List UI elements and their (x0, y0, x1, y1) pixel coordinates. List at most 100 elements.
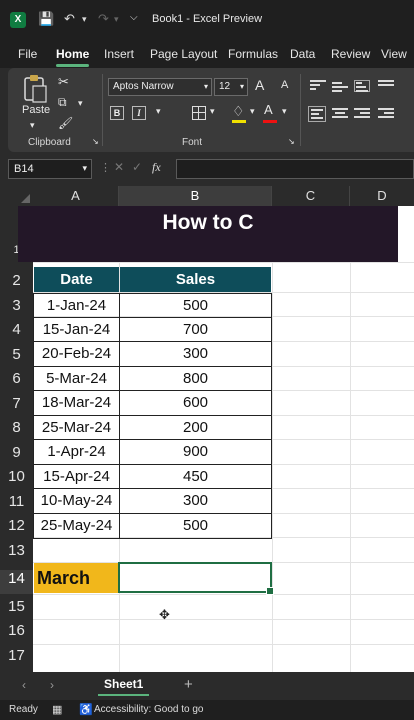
row-header-9[interactable]: 9 (0, 444, 33, 461)
tab-file[interactable]: File (18, 47, 37, 61)
bold-button[interactable]: B (110, 106, 124, 120)
row-header-7[interactable]: 7 (0, 395, 33, 412)
row-header-12[interactable]: 12 (0, 517, 33, 534)
format-dropdown-icon[interactable]: ▾ (156, 106, 161, 117)
name-box[interactable]: B14 ▾ (8, 159, 92, 179)
table-cell-date[interactable]: 18-Mar-24 (33, 390, 120, 416)
row-header-15[interactable]: 15 (0, 598, 33, 615)
row-header-2[interactable]: 2 (0, 272, 33, 289)
tab-insert[interactable]: Insert (104, 47, 134, 61)
table-cell-sales[interactable]: 700 (119, 317, 272, 342)
row-header-17[interactable]: 17 (0, 647, 33, 664)
shrink-font-icon[interactable]: A (281, 79, 288, 91)
enter-icon[interactable]: ✓ (132, 160, 142, 174)
month-label-cell[interactable]: March (34, 563, 119, 593)
table-cell-date[interactable]: 25-Mar-24 (33, 415, 120, 440)
cut-icon[interactable]: ✂ (58, 74, 69, 90)
orientation-icon[interactable] (378, 80, 394, 92)
table-header-sales[interactable]: Sales (120, 267, 271, 292)
fill-color-icon[interactable]: ♢ (232, 103, 245, 120)
table-cell-date[interactable]: 25-May-24 (33, 513, 120, 539)
table-cell-date[interactable]: 15-Jan-24 (33, 317, 120, 342)
row-header-11[interactable]: 11 (0, 493, 33, 510)
table-cell-sales[interactable]: 500 (119, 513, 272, 539)
redo-dropdown-icon[interactable]: ▾ (114, 14, 119, 25)
font-size-select[interactable]: 12 ▾ (214, 78, 248, 96)
column-header-d[interactable]: D (350, 186, 414, 206)
table-cell-sales[interactable]: 300 (119, 488, 272, 514)
paste-button[interactable]: Paste (22, 104, 50, 116)
row-header-4[interactable]: 4 (0, 321, 33, 338)
tab-data[interactable]: Data (290, 47, 315, 61)
paste-dropdown-icon[interactable]: ▾ (30, 120, 35, 131)
macro-recording-icon[interactable]: ▦ (52, 703, 62, 716)
borders-icon[interactable] (192, 106, 206, 120)
row-header-6[interactable]: 6 (0, 370, 33, 387)
column-header-c[interactable]: C (272, 186, 350, 206)
row-header-16[interactable]: 16 (0, 622, 33, 639)
bottom-align-icon[interactable] (354, 80, 370, 92)
table-cell-date[interactable]: 15-Apr-24 (33, 464, 120, 489)
table-cell-sales[interactable]: 500 (119, 293, 272, 318)
scroll-left-icon[interactable]: ‹ (22, 678, 26, 692)
format-painter-icon[interactable]: 🖌 (58, 116, 73, 130)
fill-color-dropdown-icon[interactable]: ▾ (250, 106, 255, 117)
add-sheet-icon[interactable]: + (184, 676, 193, 693)
redo-icon[interactable]: ↷ (98, 11, 109, 27)
table-header-date[interactable]: Date (34, 267, 119, 292)
title-banner[interactable]: How to C (18, 206, 398, 262)
table-cell-date[interactable]: 20-Feb-24 (33, 341, 120, 367)
undo-icon[interactable]: ↶ (64, 11, 75, 27)
table-cell-date[interactable]: 1-Jan-24 (33, 293, 120, 318)
table-cell-sales[interactable]: 450 (119, 464, 272, 489)
copy-icon[interactable]: ⧉ (58, 95, 67, 110)
scroll-right-icon[interactable]: › (50, 678, 54, 692)
italic-button[interactable]: I (132, 106, 146, 120)
borders-dropdown-icon[interactable]: ▾ (210, 106, 215, 117)
row-header-5[interactable]: 5 (0, 346, 33, 363)
row-header-14[interactable]: 14 (0, 570, 33, 594)
formula-input[interactable] (176, 159, 414, 179)
column-header-a[interactable]: A (33, 186, 119, 206)
middle-align-icon[interactable] (332, 82, 348, 94)
tab-review[interactable]: Review (331, 47, 370, 61)
table-cell-date[interactable]: 1-Apr-24 (33, 439, 120, 465)
customize-qat-icon[interactable]: ⌵ (130, 12, 138, 23)
align-right-icon[interactable] (354, 108, 370, 120)
column-header-b[interactable]: B (119, 186, 272, 206)
font-color-dropdown-icon[interactable]: ▾ (282, 106, 287, 117)
font-color-icon[interactable]: A (264, 102, 273, 117)
grow-font-icon[interactable]: A (255, 77, 264, 93)
clipboard-launcher-icon[interactable]: ↘ (92, 137, 99, 146)
row-header-10[interactable]: 10 (0, 468, 33, 485)
table-cell-date[interactable]: 5-Mar-24 (33, 366, 120, 391)
copy-dropdown-icon[interactable]: ▾ (78, 98, 83, 109)
active-cell-b14[interactable] (118, 562, 274, 595)
table-cell-sales[interactable]: 300 (119, 341, 272, 367)
accessibility-status[interactable]: Accessibility: Good to go (94, 704, 204, 715)
insert-function-button[interactable]: fx (152, 160, 161, 175)
tab-view[interactable]: View (381, 47, 407, 61)
top-align-icon[interactable] (310, 80, 326, 92)
sheet-tab-sheet1[interactable]: Sheet1 (98, 674, 150, 696)
tab-page-layout[interactable]: Page Layout (150, 47, 217, 61)
undo-dropdown-icon[interactable]: ▾ (82, 14, 87, 25)
font-launcher-icon[interactable]: ↘ (288, 137, 295, 146)
select-all-button[interactable] (0, 186, 33, 206)
table-cell-sales[interactable]: 900 (119, 439, 272, 465)
decrease-indent-icon[interactable] (378, 108, 394, 120)
cancel-icon[interactable]: ✕ (114, 160, 124, 174)
row-header-8[interactable]: 8 (0, 419, 33, 436)
table-cell-sales[interactable]: 600 (119, 390, 272, 416)
tab-home[interactable]: Home (56, 47, 90, 67)
table-cell-sales[interactable]: 800 (119, 366, 272, 391)
table-cell-date[interactable]: 10-May-24 (33, 488, 120, 514)
table-cell-sales[interactable]: 200 (119, 415, 272, 440)
font-name-select[interactable]: Aptos Narrow ▾ (108, 78, 212, 96)
align-center-icon[interactable] (332, 108, 348, 120)
paste-icon[interactable] (22, 74, 48, 104)
row-header-13[interactable]: 13 (0, 542, 33, 559)
align-left-icon[interactable] (308, 106, 326, 122)
row-header-3[interactable]: 3 (0, 297, 33, 314)
save-icon[interactable]: 💾 (38, 11, 54, 27)
